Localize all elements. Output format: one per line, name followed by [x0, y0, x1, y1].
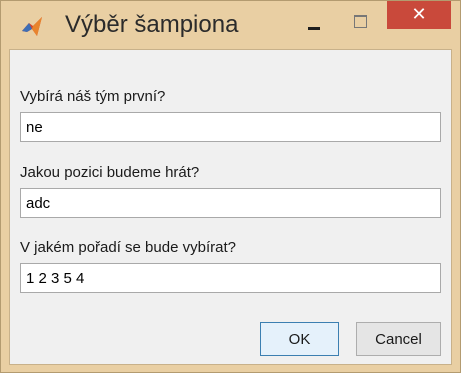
pick-order-label: V jakém pořadí se bude vybírat? — [20, 239, 236, 256]
close-button[interactable]: ✕ — [387, 1, 451, 29]
minimize-button[interactable] — [297, 9, 331, 37]
first-pick-input[interactable] — [20, 112, 441, 142]
position-input[interactable] — [20, 188, 441, 218]
title-bar[interactable]: Výběr šampiona ✕ — [1, 1, 460, 49]
window-title: Výběr šampiona — [65, 11, 239, 38]
dialog-window: Výběr šampiona ✕ Vybírá náš tým první? J… — [0, 0, 461, 373]
first-pick-label: Vybírá náš tým první? — [20, 88, 166, 105]
cancel-button[interactable]: Cancel — [356, 322, 441, 356]
maximize-icon — [354, 15, 367, 28]
close-icon: ✕ — [411, 4, 427, 25]
minimize-icon — [308, 27, 320, 30]
pick-order-input[interactable] — [20, 263, 441, 293]
ok-button[interactable]: OK — [260, 322, 339, 356]
maximize-button[interactable] — [344, 9, 378, 37]
dialog-content: Vybírá náš tým první? Jakou pozici budem… — [9, 49, 452, 365]
position-label: Jakou pozici budeme hrát? — [20, 164, 200, 181]
matlab-icon — [22, 17, 42, 36]
